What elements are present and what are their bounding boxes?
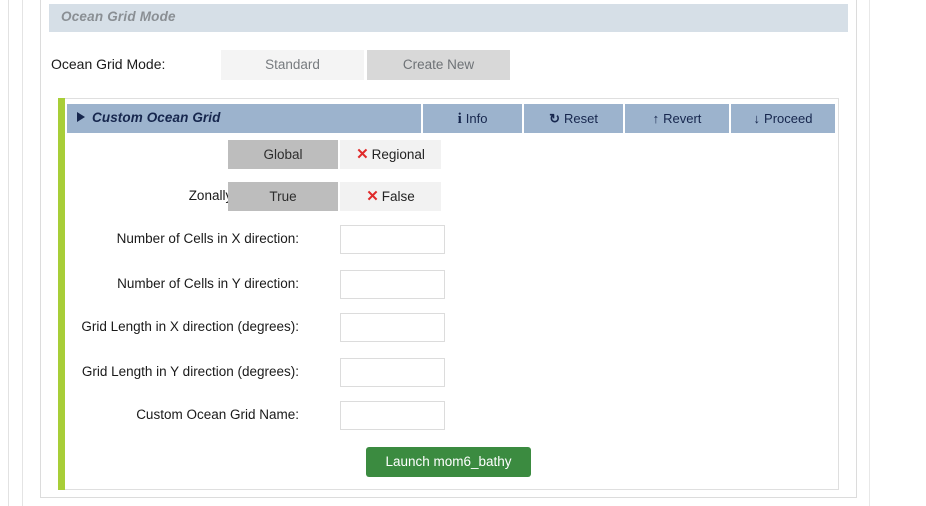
grid-extent-option-regional-label: Regional [372, 147, 425, 162]
length-y-row: Grid Length in Y direction (degrees): [67, 358, 767, 388]
zonally-reentrant-option-false-label: False [382, 189, 415, 204]
length-x-input[interactable] [340, 313, 445, 342]
section-title-text: Ocean Grid Mode [61, 9, 176, 24]
zonally-reentrant-option-true[interactable]: True [228, 182, 338, 211]
cells-y-input[interactable] [340, 270, 445, 299]
info-button-label: Info [466, 111, 488, 126]
arrow-down-icon: ↓ [754, 104, 761, 133]
mode-option-standard[interactable]: Standard [221, 50, 364, 80]
length-x-row: Grid Length in X direction (degrees): [67, 313, 767, 343]
cells-x-label: Number of Cells in X direction: [117, 231, 299, 246]
proceed-button-label: Proceed [764, 111, 812, 126]
arrow-up-icon: ↑ [653, 104, 660, 133]
zonally-reentrant-option-false[interactable]: ✕False [340, 182, 441, 211]
app-screen: Ocean Grid Mode Ocean Grid Mode: Standar… [0, 0, 926, 506]
grid-extent-row: Grid Extent: Global ✕Regional [67, 140, 767, 170]
reset-button-label: Reset [564, 111, 598, 126]
panel-header[interactable]: Custom Ocean Grid [67, 104, 421, 133]
revert-button[interactable]: ↑Revert [625, 104, 729, 133]
revert-button-label: Revert [663, 111, 701, 126]
proceed-button[interactable]: ↓Proceed [731, 104, 835, 133]
cells-y-label: Number of Cells in Y direction: [117, 276, 299, 291]
x-mark-icon: ✕ [356, 140, 369, 169]
grid-name-input[interactable] [340, 401, 445, 430]
panel-title: Custom Ocean Grid [92, 110, 220, 125]
section-title-bar: Ocean Grid Mode [49, 4, 848, 32]
launch-mom6-bathy-button[interactable]: Launch mom6_bathy [366, 447, 531, 477]
cells-y-row: Number of Cells in Y direction: [67, 270, 767, 300]
grid-name-label: Custom Ocean Grid Name: [136, 407, 299, 422]
grid-extent-option-regional[interactable]: ✕Regional [340, 140, 441, 169]
ocean-grid-mode-label: Ocean Grid Mode: [51, 56, 165, 72]
outer-frame-right [869, 0, 926, 506]
ocean-grid-mode-row: Ocean Grid Mode: Standard Create New [49, 50, 829, 82]
info-icon: i [458, 105, 462, 134]
x-mark-icon: ✕ [366, 182, 379, 211]
cells-x-input[interactable] [340, 225, 445, 254]
grid-name-row: Custom Ocean Grid Name: [67, 401, 767, 431]
refresh-icon: ↻ [549, 104, 560, 133]
grid-extent-option-global[interactable]: Global [228, 140, 338, 169]
mode-option-create-new[interactable]: Create New [367, 50, 510, 80]
cells-x-row: Number of Cells in X direction: [67, 225, 767, 255]
info-button[interactable]: i Info [423, 104, 522, 133]
length-y-input[interactable] [340, 358, 445, 387]
triangle-right-icon [77, 112, 85, 122]
length-x-label: Grid Length in X direction (degrees): [81, 319, 299, 334]
panel-accent-bar [58, 98, 65, 490]
length-y-label: Grid Length in Y direction (degrees): [82, 364, 299, 379]
reset-button[interactable]: ↻ Reset [524, 104, 623, 133]
zonally-reentrant-row: Zonally Reentrant: True ✕False [67, 182, 767, 212]
